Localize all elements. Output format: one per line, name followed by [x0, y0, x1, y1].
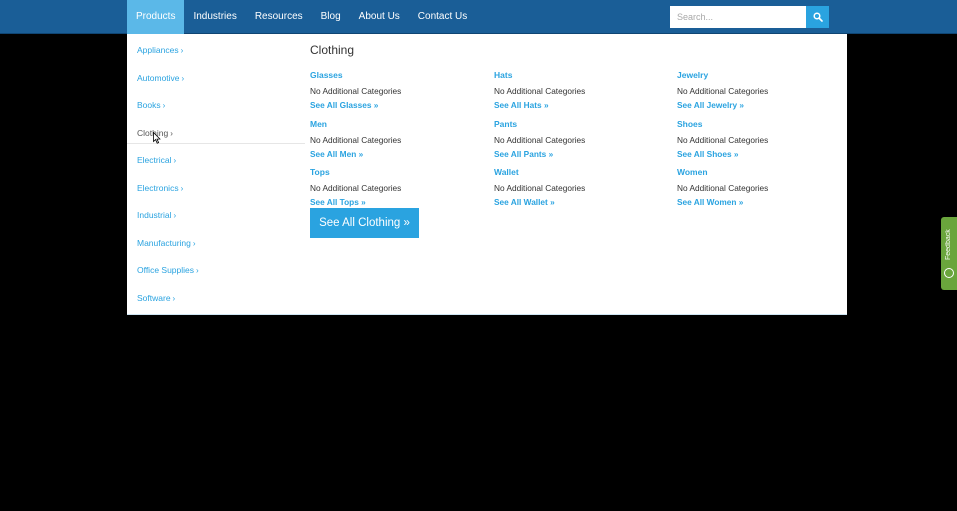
nav-resources[interactable]: Resources [246, 0, 312, 34]
category-label: Appliances [137, 45, 179, 55]
subcategory-note: No Additional Categories [310, 135, 402, 145]
category-item-automotive[interactable]: Automotive › [127, 62, 305, 90]
subcategory-hats: Hats No Additional Categories See All Ha… [494, 70, 664, 110]
subcategory-note: No Additional Categories [677, 86, 769, 96]
see-all-link[interactable]: See All Pants » [494, 149, 664, 159]
search-input[interactable] [670, 6, 806, 28]
subcategory-title[interactable]: Pants [494, 119, 664, 129]
subcategory-men: Men No Additional Categories See All Men… [310, 119, 480, 159]
category-label: Electronics [137, 182, 179, 193]
category-label: Books [137, 100, 161, 110]
category-item-appliances[interactable]: Appliances › [127, 34, 305, 62]
subcategory-note: No Additional Categories [310, 86, 402, 96]
nav-about-us[interactable]: About Us [350, 0, 409, 34]
main-nav: Products Industries Resources Blog About… [127, 0, 476, 34]
category-item-books[interactable]: Books › [127, 89, 305, 117]
products-mega-menu: Appliances › Automotive › Books › Clothing ›… [127, 34, 847, 315]
subcategory-title[interactable]: Shoes [677, 119, 847, 129]
subcategory-jewelry: Jewelry No Additional Categories See All… [677, 70, 847, 110]
feedback-tab[interactable]: Feedback [941, 217, 957, 290]
chevron-right-icon: › [192, 238, 196, 248]
see-all-clothing-button[interactable]: See All Clothing » [310, 208, 419, 238]
subcategory-wallet: Wallet No Additional Categories See All … [494, 167, 664, 207]
subcategory-title[interactable]: Tops [310, 167, 480, 177]
category-list: Appliances › Automotive › Books › Clothing ›… [127, 34, 305, 309]
category-item-electronics[interactable]: Electronics › [127, 172, 305, 200]
subcategory-title[interactable]: Glasses [310, 70, 480, 80]
see-all-link[interactable]: See All Hats » [494, 100, 664, 110]
see-all-link[interactable]: See All Glasses » [310, 100, 480, 110]
chevron-right-icon: › [173, 211, 177, 220]
category-item-office-supplies[interactable]: Office Supplies › [127, 254, 305, 282]
chevron-right-icon: › [196, 266, 199, 275]
see-all-link[interactable]: See All Men » [310, 149, 480, 159]
category-label: Electrical [137, 155, 172, 165]
subcategory-shoes: Shoes No Additional Categories See All S… [677, 119, 847, 159]
subcategory-title[interactable]: Women [677, 167, 847, 177]
chevron-right-icon: › [181, 73, 185, 83]
subcategory-note: No Additional Categories [677, 183, 769, 193]
search-icon [812, 12, 823, 22]
category-label: Automotive [137, 72, 180, 83]
subcategory-title[interactable]: Men [310, 119, 480, 129]
mouse-cursor-icon [153, 132, 161, 144]
subcategory-women: Women No Additional Categories See All W… [677, 167, 847, 207]
category-label: Office Supplies [137, 265, 195, 275]
category-item-manufacturing[interactable]: Manufacturing › [127, 227, 305, 255]
nav-contact-us[interactable]: Contact Us [409, 0, 476, 34]
chevron-right-icon: › [172, 293, 176, 303]
chevron-right-icon: › [180, 46, 184, 55]
help-icon [944, 268, 954, 278]
subcategory-note: No Additional Categories [494, 135, 586, 145]
subcategory-glasses: Glasses No Additional Categories See All… [310, 70, 480, 110]
subcategory-title[interactable]: Wallet [494, 167, 664, 177]
category-label: Software [137, 292, 171, 303]
subcategory-note: No Additional Categories [310, 183, 402, 193]
top-navigation-bar: Products Industries Resources Blog About… [0, 0, 957, 34]
see-all-link[interactable]: See All Women » [677, 197, 847, 207]
nav-industries[interactable]: Industries [184, 0, 245, 34]
category-item-software[interactable]: Software › [127, 282, 305, 310]
see-all-link[interactable]: See All Wallet » [494, 197, 664, 207]
subcategory-note: No Additional Categories [494, 86, 586, 96]
subcategory-pants: Pants No Additional Categories See All P… [494, 119, 664, 159]
chevron-right-icon: › [162, 101, 166, 110]
category-item-industrial[interactable]: Industrial › [127, 199, 305, 227]
nav-products[interactable]: Products [127, 0, 185, 34]
feedback-label: Feedback [945, 229, 952, 261]
chevron-right-icon: › [180, 183, 184, 193]
category-label: Industrial [137, 210, 172, 220]
subcategory-tops: Tops No Additional Categories See All To… [310, 167, 480, 207]
category-heading: Clothing [310, 43, 355, 57]
subcategory-title[interactable]: Jewelry [677, 70, 847, 80]
see-all-link[interactable]: See All Tops » [310, 197, 480, 207]
nav-blog[interactable]: Blog [312, 0, 350, 34]
chevron-right-icon: › [170, 128, 173, 138]
subcategory-title[interactable]: Hats [494, 70, 664, 80]
category-item-electrical[interactable]: Electrical › [127, 144, 305, 172]
subcategory-note: No Additional Categories [494, 183, 586, 193]
category-label: Manufacturing [137, 237, 191, 248]
see-all-link[interactable]: See All Shoes » [677, 149, 847, 159]
subcategory-note: No Additional Categories [677, 135, 769, 145]
search-button[interactable] [806, 6, 829, 28]
see-all-link[interactable]: See All Jewelry » [677, 100, 847, 110]
chevron-right-icon: › [173, 156, 177, 165]
